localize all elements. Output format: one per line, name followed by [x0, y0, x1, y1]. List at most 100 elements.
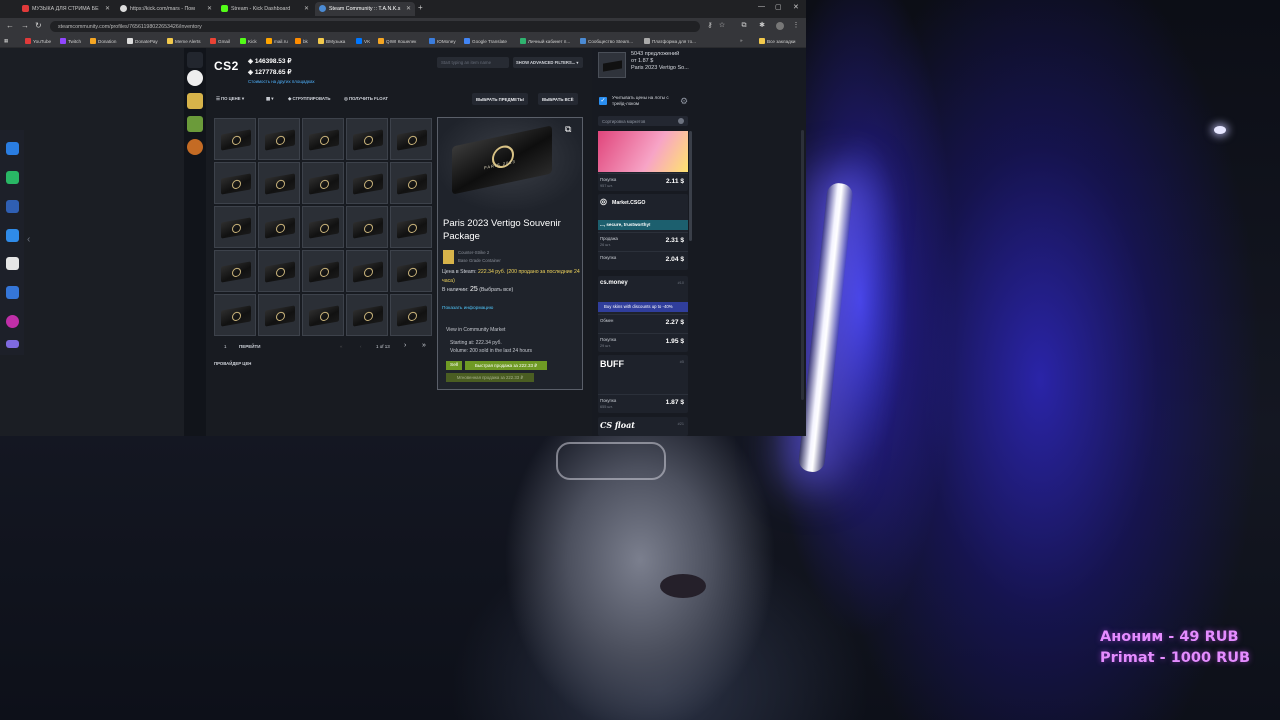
bookmark[interactable]: ВМузыка [318, 38, 345, 44]
inventory-item[interactable] [258, 294, 300, 336]
next-page-icon[interactable]: › [404, 342, 406, 349]
select-all-link[interactable]: (Выбрать все) [479, 287, 513, 293]
advanced-filters-button[interactable]: SHOW ADVANCED FILTERS... ▾ [513, 57, 583, 68]
box-icon[interactable] [6, 257, 19, 270]
cs2-game-icon[interactable] [187, 93, 203, 109]
close-icon[interactable]: ✕ [406, 5, 411, 12]
select-all-button[interactable]: ВЫБРАТЬ ВСЁ [538, 93, 578, 105]
sort-markets-dropdown[interactable]: Сортировка маркетов [598, 116, 688, 126]
profile-avatar[interactable] [776, 22, 784, 30]
circle-icon[interactable] [6, 315, 19, 328]
market-icon[interactable] [187, 52, 203, 68]
monitor-icon[interactable] [6, 286, 19, 299]
bookmark[interactable]: Сообщество Steam... [580, 38, 633, 44]
menu-icon[interactable]: ⋮ [792, 22, 800, 30]
market-card[interactable]: Покупка 957 шт. 2.11 $ [598, 131, 688, 191]
prev-page-icon[interactable]: ‹ [360, 344, 362, 349]
inventory-item[interactable] [302, 250, 344, 292]
key-icon[interactable]: ⚷ [706, 22, 714, 30]
market-card[interactable]: CS float #21 [598, 417, 688, 436]
page-scrollbar[interactable] [801, 130, 804, 400]
tab-kick-dashboard[interactable]: Stream - Kick Dashboard ✕ [217, 2, 313, 16]
sell-button[interactable]: Sell [446, 361, 462, 370]
inventory-item[interactable] [214, 250, 256, 292]
reload-icon[interactable]: ↻ [35, 21, 42, 30]
go-button[interactable]: ПЕРЕЙТИ [239, 344, 260, 349]
inventory-item[interactable] [390, 294, 432, 336]
game-icon[interactable] [187, 116, 203, 132]
select-items-button[interactable]: ВЫБРАТЬ ПРЕДМЕТЫ [472, 93, 528, 105]
inventory-item[interactable] [346, 118, 388, 160]
chevron-right-icon[interactable]: » [740, 38, 743, 43]
chat-icon[interactable] [6, 171, 19, 184]
close-icon[interactable]: ✕ [207, 5, 212, 12]
inventory-item[interactable] [346, 294, 388, 336]
bookmark[interactable]: DonatePay [127, 38, 158, 44]
cloud-icon[interactable] [6, 340, 19, 348]
last-page-icon[interactable]: » [422, 342, 426, 349]
first-page-icon[interactable]: « [340, 344, 343, 349]
gear-icon[interactable]: ⚙ [680, 96, 688, 107]
bookmark[interactable]: IOMoney [429, 38, 456, 44]
market-card[interactable]: ◎ Market.CSGO ..., secure, trustworthy! … [598, 194, 688, 270]
bookmark[interactable]: Meme Alerts [167, 38, 201, 44]
steam-icon[interactable] [187, 70, 203, 86]
inventory-item[interactable] [302, 162, 344, 204]
new-tab-button[interactable]: + [418, 3, 423, 12]
quick-sell-button[interactable]: Быстрая продажа за 222.33 ₽ [465, 361, 547, 370]
inventory-item[interactable] [258, 206, 300, 248]
tab-music[interactable]: МУЗЫКА ДЛЯ СТРИМА БЕ ✕ [18, 2, 114, 16]
instant-sell-button[interactable]: Мгновенная продажа за 222.33 ₽ [446, 373, 534, 382]
close-icon[interactable]: ✕ [304, 5, 309, 12]
inventory-item[interactable] [302, 206, 344, 248]
bookmark[interactable]: YouTube [25, 38, 51, 44]
inventory-item[interactable] [390, 206, 432, 248]
inventory-item[interactable] [390, 250, 432, 292]
inventory-item[interactable] [346, 162, 388, 204]
inventory-item[interactable] [258, 250, 300, 292]
sort-menu[interactable]: ☰ ПО ЦЕНЕ ▾ [216, 96, 244, 102]
bookmark[interactable]: Google Translate [464, 38, 507, 44]
wave-icon[interactable] [6, 200, 19, 213]
inventory-item[interactable] [390, 118, 432, 160]
puzzle-icon[interactable]: ✱ [758, 22, 766, 30]
bookmark[interactable]: VK [356, 38, 370, 44]
bookmark[interactable]: mail.ru [266, 38, 288, 44]
gamepad-icon[interactable] [6, 142, 19, 155]
bookmark[interactable]: Личный кабинет п... [520, 38, 570, 44]
minimize-icon[interactable]: — [758, 3, 765, 10]
inventory-item[interactable] [346, 206, 388, 248]
page-input[interactable]: 1 [224, 344, 227, 349]
inventory-item[interactable] [214, 294, 256, 336]
inventory-item[interactable] [214, 118, 256, 160]
chevron-left-icon[interactable]: ‹ [27, 234, 30, 245]
inventory-item[interactable] [258, 162, 300, 204]
tab-steam[interactable]: Steam Community :: T.A.N.K.s ✕ [315, 2, 415, 16]
inventory-item[interactable] [214, 206, 256, 248]
view-dropdown[interactable]: ▦ ▾ [266, 96, 273, 102]
market-card[interactable]: BUFF #5 Покупка 655 шт. 1.87 $ [598, 355, 688, 413]
dota-icon[interactable] [187, 139, 203, 155]
bookmark[interactable]: Gmail [210, 38, 230, 44]
inventory-item[interactable] [214, 162, 256, 204]
maximize-icon[interactable]: ▢ [775, 3, 782, 11]
all-bookmarks[interactable]: Все закладки [759, 38, 795, 44]
markets-scrollbar[interactable] [689, 131, 692, 241]
inventory-item[interactable] [346, 250, 388, 292]
show-info-link[interactable]: Показать информацию [442, 306, 493, 311]
close-icon[interactable]: ✕ [105, 5, 110, 12]
tab-kick[interactable]: https://kick.com/mars - Пом ✕ [116, 2, 216, 16]
inventory-item[interactable] [302, 294, 344, 336]
external-link-icon[interactable]: ⧉ [565, 124, 571, 135]
trade-lock-checkbox[interactable]: ✓ [599, 97, 607, 105]
market-card[interactable]: cs.money #10 Buy skins with discounts up… [598, 276, 688, 352]
group-button[interactable]: ◆ СГРУППИРОВАТЬ [288, 96, 330, 102]
price-provider-button[interactable]: ПРОВАЙДЕР ЦЕН [214, 361, 251, 366]
other-markets-link[interactable]: Стоимость на других площадках [248, 79, 315, 84]
bookmark[interactable]: Donation [90, 38, 116, 44]
inventory-item[interactable] [258, 118, 300, 160]
bookmark[interactable]: Kick [240, 38, 257, 44]
star-icon[interactable]: ☆ [718, 22, 726, 30]
url-field[interactable]: steamcommunity.com/profiles/765611980226… [50, 21, 700, 32]
bookmark[interactable]: Платформа для то... [644, 38, 696, 44]
